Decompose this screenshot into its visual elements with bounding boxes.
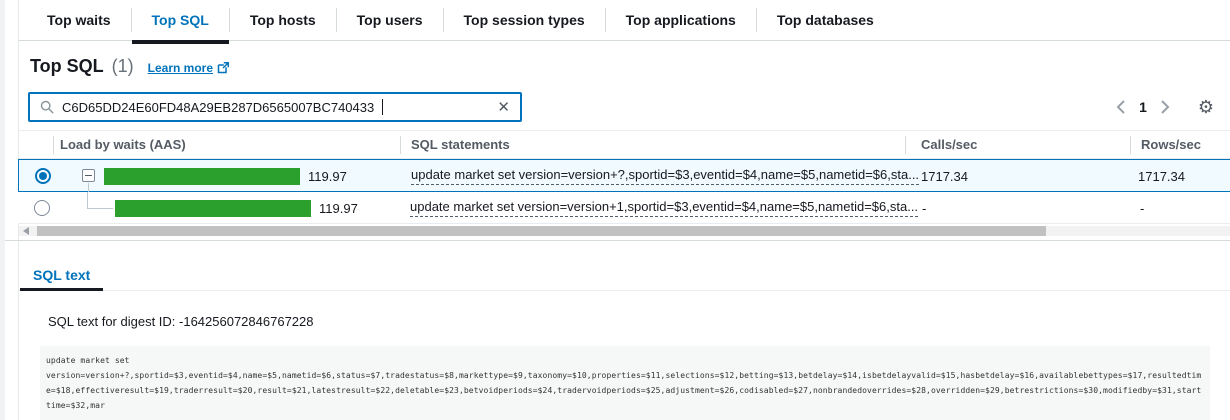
sql-code-line: version=version+?,sportid=$3,eventid=$4,… [46, 368, 1204, 383]
result-count: (1) [112, 56, 134, 77]
table-header-row: Load by waits (AAS) SQL statements Calls… [19, 130, 1230, 159]
row-radio-selected[interactable] [35, 168, 51, 184]
tab-top-waits[interactable]: Top waits [27, 0, 131, 41]
tab-label: Top databases [777, 12, 874, 28]
previous-page-button[interactable] [1116, 100, 1125, 114]
pagination-controls: 1 ⚙ [1116, 92, 1214, 122]
page-background-strip [0, 0, 5, 420]
next-page-button[interactable] [1161, 100, 1170, 114]
tab-top-databases[interactable]: Top databases [757, 0, 894, 41]
column-header-load: Load by waits (AAS) [60, 131, 186, 158]
row-radio-unselected[interactable] [34, 200, 50, 216]
learn-more-link[interactable]: Learn more [148, 61, 229, 75]
horizontal-scrollbar[interactable] [19, 226, 1230, 236]
column-header-rows-per-sec: Rows/sec [1141, 131, 1201, 158]
external-link-icon [217, 62, 229, 74]
digest-id-label: SQL text for digest ID: -164256072846767… [48, 314, 313, 329]
tab-label: SQL text [33, 267, 90, 283]
sql-text-tabbar: SQL text [19, 241, 1230, 291]
scroll-left-arrow-icon[interactable] [23, 227, 29, 235]
tab-label: Top users [357, 12, 423, 28]
panel-header: Top SQL (1) Learn more [30, 56, 229, 77]
column-divider [53, 136, 54, 154]
learn-more-label: Learn more [148, 61, 213, 75]
sql-statement-link[interactable]: update market set version=version+?,spor… [411, 167, 919, 185]
sql-code-line: e=$18,effectiveresult=$19,traderresult=$… [46, 383, 1204, 398]
tab-label: Top waits [47, 12, 111, 28]
column-divider [400, 136, 401, 154]
sql-statement-link[interactable]: update market set version=version+1,spor… [410, 199, 918, 217]
text-caret [382, 99, 383, 115]
collapse-toggle-icon[interactable] [82, 169, 95, 182]
tab-sql-text[interactable]: SQL text [20, 258, 103, 291]
rows-per-sec-value: 1717.34 [1138, 169, 1185, 184]
table-row[interactable]: 119.97 update market set version=version… [18, 159, 1230, 192]
settings-gear-icon[interactable]: ⚙ [1198, 97, 1214, 118]
column-divider [1130, 136, 1131, 154]
scrollbar-thumb[interactable] [37, 226, 1046, 236]
search-value: C6D65DD24E60FD48A29EB287D6565007BC740433 [62, 100, 374, 115]
tab-label: Top applications [626, 12, 736, 28]
tab-label: Top hosts [250, 12, 316, 28]
calls-per-sec-value: 1717.34 [921, 169, 968, 184]
tab-top-sql[interactable]: Top SQL [132, 0, 229, 41]
chevron-right-icon [1161, 100, 1170, 114]
rows-per-sec-value: - [1140, 201, 1144, 216]
tab-top-applications[interactable]: Top applications [606, 0, 756, 41]
search-icon [40, 100, 54, 114]
load-value: 119.97 [308, 169, 347, 184]
column-header-calls-per-sec: Calls/sec [921, 131, 977, 158]
sql-code-line: time=$32,mar [46, 398, 1204, 413]
load-value: 119.97 [319, 201, 358, 216]
sql-text-code-block[interactable]: update market set version=version+?,spor… [40, 346, 1210, 420]
tab-top-session-types[interactable]: Top session types [444, 0, 605, 41]
tree-line [88, 183, 89, 192]
performance-insights-top-sql-panel: Top waits Top SQL Top hosts Top users To… [0, 0, 1230, 420]
dimension-tabbar: Top waits Top SQL Top hosts Top users To… [19, 0, 1230, 41]
calls-per-sec-value: - [922, 201, 926, 216]
tab-label: Top SQL [152, 12, 209, 28]
tab-top-hosts[interactable]: Top hosts [230, 0, 336, 41]
column-divider [905, 136, 906, 154]
load-bar [104, 168, 300, 185]
tab-label: Top session types [464, 12, 585, 28]
chevron-left-icon [1116, 100, 1125, 114]
column-header-sql-statements: SQL statements [411, 131, 510, 158]
sql-code-line: update market set [46, 353, 1204, 368]
panel-title: Top SQL [30, 56, 104, 77]
filter-search-input[interactable]: C6D65DD24E60FD48A29EB287D6565007BC740433… [28, 92, 522, 122]
tab-top-users[interactable]: Top users [337, 0, 443, 41]
tree-connector-line [87, 192, 113, 209]
clear-search-icon[interactable]: ✕ [497, 100, 510, 115]
current-page-number[interactable]: 1 [1139, 99, 1147, 115]
table-row[interactable]: 119.97 update market set version=version… [18, 192, 1230, 224]
load-bar [115, 200, 311, 217]
